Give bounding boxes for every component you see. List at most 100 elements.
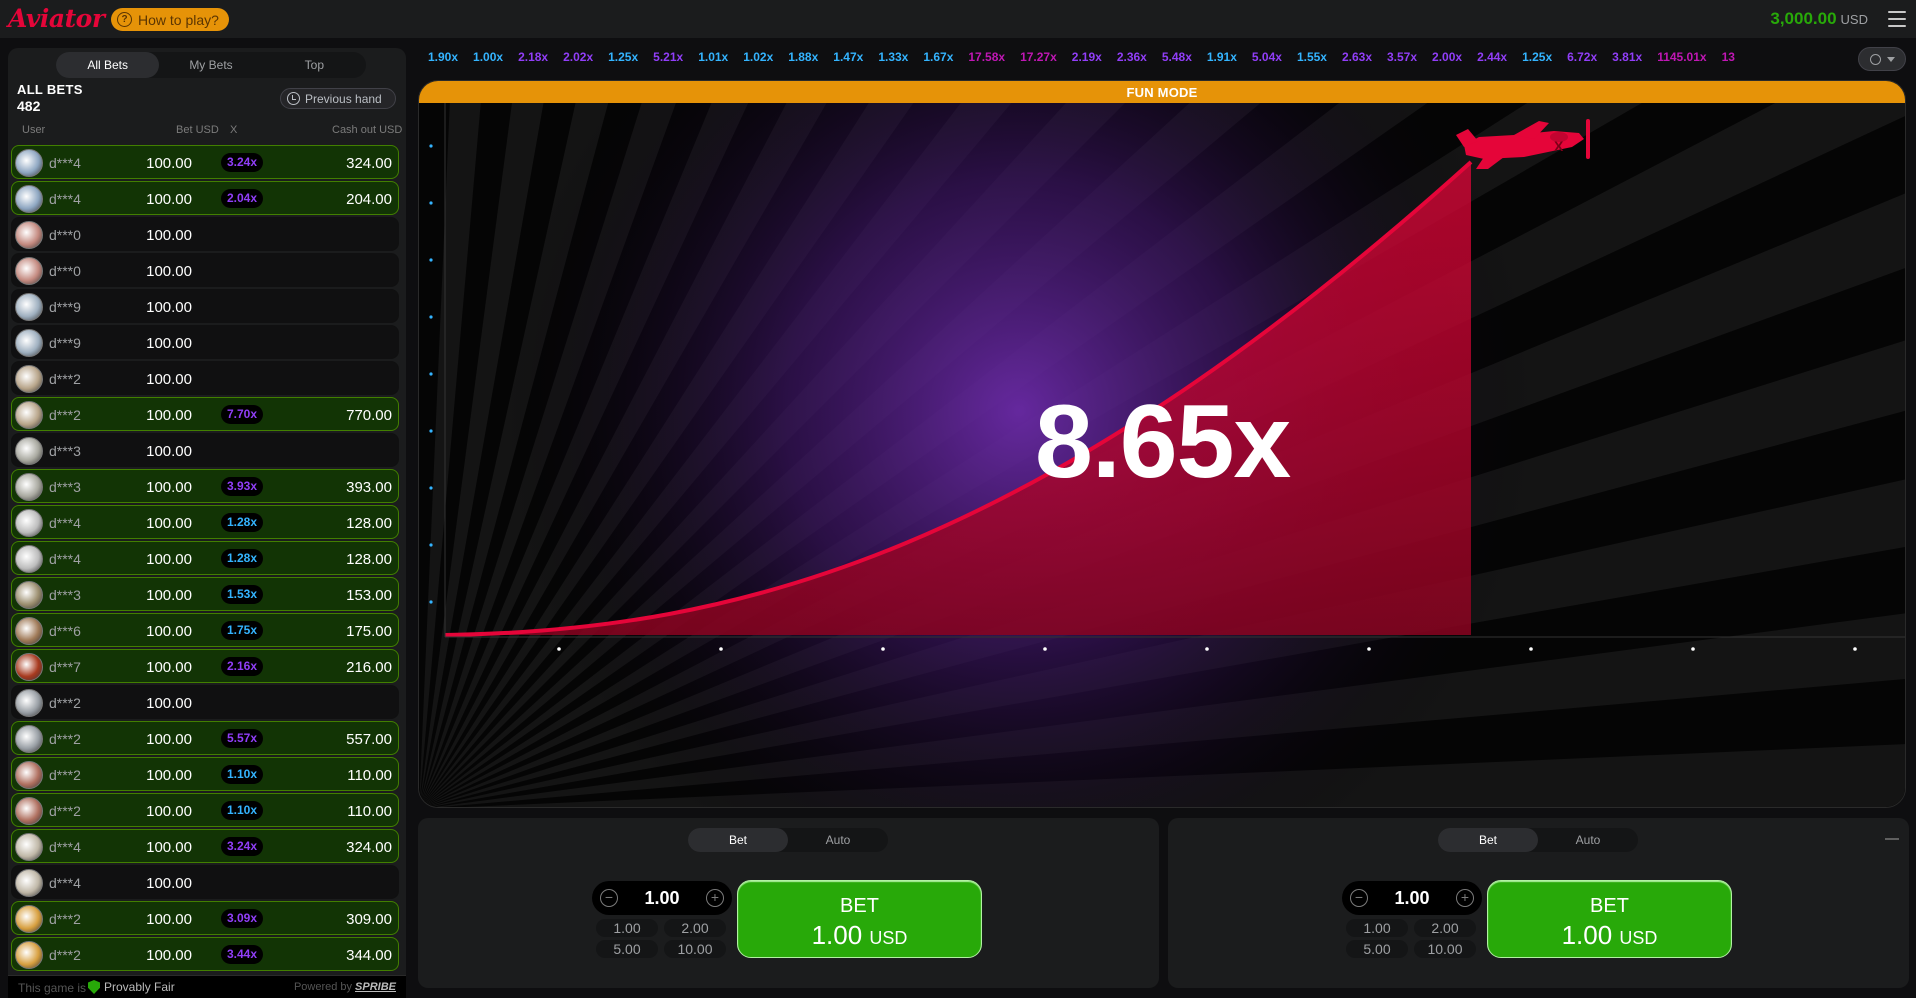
cashout-amount: 175.00	[346, 623, 392, 640]
history-multiplier[interactable]: 3.57x	[1387, 50, 1417, 68]
avatar	[15, 365, 43, 393]
quick-amount-2[interactable]: 2.00	[1414, 919, 1476, 937]
bet-amount: 100.00	[146, 299, 192, 316]
avatar	[15, 185, 43, 213]
provably-fair-link[interactable]: Provably Fair	[88, 980, 175, 994]
quick-amount-1[interactable]: 1.00	[596, 919, 658, 937]
history-multiplier[interactable]: 6.72x	[1567, 50, 1597, 68]
history-multiplier[interactable]: 1.25x	[608, 50, 638, 68]
bet-button-1[interactable]: BET 1.00 USD	[737, 880, 982, 958]
avatar	[15, 545, 43, 573]
cashout-amount: 110.00	[347, 767, 392, 784]
tab-bet-2[interactable]: Bet	[1438, 828, 1538, 852]
avatar	[15, 797, 43, 825]
col-cashout: Cash out USD	[332, 124, 403, 136]
history-multiplier[interactable]: 1.47x	[833, 50, 863, 68]
history-multiplier[interactable]: 1.01x	[698, 50, 728, 68]
bet-amount: 100.00	[146, 911, 192, 928]
current-multiplier: 8.65x	[1035, 384, 1291, 500]
history-multiplier[interactable]: 1.25x	[1522, 50, 1552, 68]
bet-button-label-2: BET	[1590, 895, 1629, 917]
tab-my-bets[interactable]: My Bets	[159, 52, 262, 78]
bet-amount-stepper-1[interactable]: − 1.00 +	[592, 881, 732, 915]
history-multiplier[interactable]: 2.18x	[518, 50, 548, 68]
bet-row: d***0 100.00	[11, 217, 399, 251]
history-multiplier[interactable]: 13	[1722, 50, 1735, 68]
bet-amount: 100.00	[146, 443, 192, 460]
bet-user: d***2	[49, 407, 81, 423]
history-multiplier[interactable]: 2.63x	[1342, 50, 1372, 68]
remove-panel-icon[interactable]	[1885, 838, 1899, 840]
how-to-play-button[interactable]: ? How to play?	[111, 8, 229, 31]
hamburger-menu-icon[interactable]	[1888, 11, 1906, 27]
previous-hand-button[interactable]: Previous hand	[280, 88, 396, 109]
quick-amount-1[interactable]: 1.00	[1346, 919, 1408, 937]
history-multiplier[interactable]: 17.27x	[1020, 50, 1057, 68]
quick-amount-5[interactable]: 5.00	[1346, 940, 1408, 958]
cashout-amount: 393.00	[346, 479, 392, 496]
history-multiplier[interactable]: 2.00x	[1432, 50, 1462, 68]
bet-row: d***4 100.00 1.28x 128.00	[11, 541, 399, 575]
avatar	[15, 725, 43, 753]
multiplier-history: 1.90x 1.00x 2.18x 2.02x 1.25x 5.21x 1.01x 1.02x…	[428, 50, 1858, 68]
plus-icon[interactable]: +	[706, 889, 724, 907]
quick-amount-2[interactable]: 2.00	[664, 919, 726, 937]
history-multiplier[interactable]: 1.02x	[743, 50, 773, 68]
history-multiplier[interactable]: 2.44x	[1477, 50, 1507, 68]
history-multiplier[interactable]: 5.04x	[1252, 50, 1282, 68]
bet-row: d***4 100.00 2.04x 204.00	[11, 181, 399, 215]
bet-user: d***2	[49, 911, 81, 927]
bet-mode-tabs-1: Bet Auto	[688, 828, 888, 852]
history-multiplier[interactable]: 1.90x	[428, 50, 458, 68]
history-multiplier[interactable]: 1.33x	[878, 50, 908, 68]
spribe-logo[interactable]: SPRIBE	[355, 981, 396, 993]
cashout-multiplier-badge: 2.16x	[221, 657, 264, 676]
history-multiplier[interactable]: 1.55x	[1297, 50, 1327, 68]
cashout-multiplier-badge: 1.75x	[221, 621, 264, 640]
tab-top[interactable]: Top	[263, 52, 366, 78]
quick-amount-10[interactable]: 10.00	[1414, 940, 1476, 958]
tab-auto-2[interactable]: Auto	[1538, 828, 1638, 852]
bet-user: d***0	[49, 227, 81, 243]
bet-row: d***3 100.00 3.93x 393.00	[11, 469, 399, 503]
fun-mode-banner: FUN MODE	[419, 81, 1905, 103]
shield-check-icon	[88, 980, 100, 994]
aviator-logo[interactable]: Aviator	[8, 4, 105, 33]
history-multiplier[interactable]: 5.48x	[1162, 50, 1192, 68]
bet-amount: 100.00	[146, 227, 192, 244]
quick-amount-10[interactable]: 10.00	[664, 940, 726, 958]
bet-button-2[interactable]: BET 1.00 USD	[1487, 880, 1732, 958]
history-multiplier[interactable]: 2.19x	[1072, 50, 1102, 68]
history-multiplier[interactable]: 1145.01x	[1657, 50, 1706, 68]
bet-row: d***2 100.00 3.09x 309.00	[11, 901, 399, 935]
history-multiplier[interactable]: 5.21x	[653, 50, 683, 68]
avatar	[15, 941, 43, 969]
bet-amount-stepper-2[interactable]: − 1.00 +	[1342, 881, 1482, 915]
bets-column-headers: User Bet USD X Cash out USD	[16, 124, 406, 138]
avatar	[15, 905, 43, 933]
tab-all-bets[interactable]: All Bets	[56, 52, 160, 78]
history-multiplier[interactable]: 3.81x	[1612, 50, 1642, 68]
history-dropdown-button[interactable]	[1858, 47, 1906, 71]
history-multiplier[interactable]: 2.02x	[563, 50, 593, 68]
history-multiplier[interactable]: 17.58x	[968, 50, 1005, 68]
history-multiplier[interactable]: 2.36x	[1117, 50, 1147, 68]
cashout-multiplier-badge: 3.24x	[221, 837, 264, 856]
history-multiplier[interactable]: 1.00x	[473, 50, 503, 68]
bet-amount: 100.00	[146, 839, 192, 856]
quick-amount-5[interactable]: 5.00	[596, 940, 658, 958]
tab-bet-1[interactable]: Bet	[688, 828, 788, 852]
plus-icon[interactable]: +	[1456, 889, 1474, 907]
history-multiplier[interactable]: 1.88x	[788, 50, 818, 68]
cashout-multiplier-badge: 1.53x	[221, 585, 264, 604]
bet-row: d***3 100.00	[11, 433, 399, 467]
bet-panel-1: Bet Auto − 1.00 + 1.00 2.00 5.00 10.00 B…	[418, 818, 1159, 988]
history-multiplier[interactable]: 1.91x	[1207, 50, 1237, 68]
history-multiplier[interactable]: 1.67x	[923, 50, 953, 68]
tab-auto-1[interactable]: Auto	[788, 828, 888, 852]
cashout-multiplier-badge: 3.93x	[221, 477, 264, 496]
bet-button-currency-2: USD	[1619, 928, 1658, 948]
bet-user: d***2	[49, 803, 81, 819]
bet-button-amount-2: 1.00	[1561, 920, 1613, 950]
cashout-multiplier-badge: 3.24x	[221, 153, 264, 172]
